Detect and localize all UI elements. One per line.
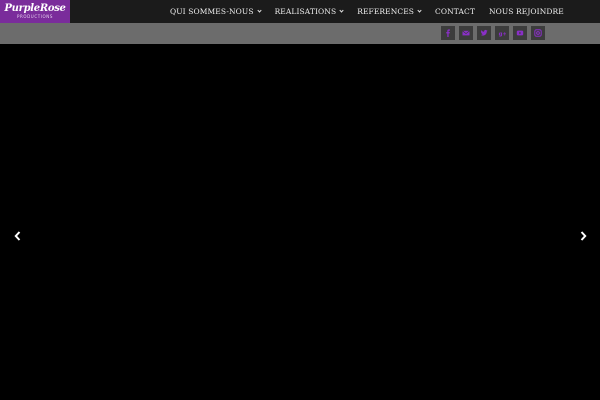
google-plus-link[interactable]: g+ (495, 26, 509, 40)
youtube-link[interactable] (513, 26, 527, 40)
hero-slider (0, 44, 600, 400)
facebook-link[interactable] (441, 26, 455, 40)
youtube-icon (516, 30, 524, 36)
slider-prev-button[interactable] (12, 230, 22, 242)
nav-item-label: CONTACT (435, 7, 475, 16)
logo-text: PurpleRose (4, 3, 66, 14)
site-logo[interactable]: PurpleRose PRODUCTIONS (0, 0, 70, 23)
facebook-icon (446, 29, 450, 37)
nav-item-references[interactable]: REFERENCES (350, 7, 428, 16)
nav-item-realisations[interactable]: REALISATIONS (268, 7, 351, 16)
chevron-down-icon (417, 8, 422, 13)
social-links: g+ (441, 26, 545, 40)
slider-next-button[interactable] (578, 230, 588, 242)
google-plus-icon: g+ (499, 31, 506, 37)
nav-item-label: REALISATIONS (274, 7, 337, 16)
twitter-link[interactable] (477, 26, 491, 40)
nav-item-label: NOUS REJOINDRE (488, 7, 564, 16)
twitter-icon (480, 29, 488, 36)
nav-item-label: QUI SOMMES-NOUS (170, 7, 254, 16)
instagram-icon (534, 29, 542, 37)
chevron-left-icon (13, 231, 20, 241)
email-link[interactable] (459, 26, 473, 40)
chevron-down-icon (256, 8, 262, 13)
top-navbar: PurpleRose PRODUCTIONS QUI SOMMES-NOUS R… (0, 0, 600, 23)
instagram-link[interactable] (531, 26, 545, 40)
nav-item-qui-sommes-nous[interactable]: QUI SOMMES-NOUS (163, 7, 268, 16)
nav-item-nous-rejoindre[interactable]: NOUS REJOINDRE (482, 7, 571, 16)
nav-item-label: REFERENCES (357, 7, 415, 16)
main-nav: QUI SOMMES-NOUS REALISATIONS REFERENCES … (163, 0, 571, 23)
logo-subtext: PRODUCTIONS (16, 14, 54, 19)
nav-item-contact[interactable]: CONTACT (428, 7, 482, 16)
chevron-right-icon (580, 231, 587, 241)
social-bar: g+ (0, 23, 600, 44)
email-icon (462, 30, 470, 36)
svg-text:g+: g+ (499, 31, 506, 37)
chevron-down-icon (339, 8, 344, 13)
